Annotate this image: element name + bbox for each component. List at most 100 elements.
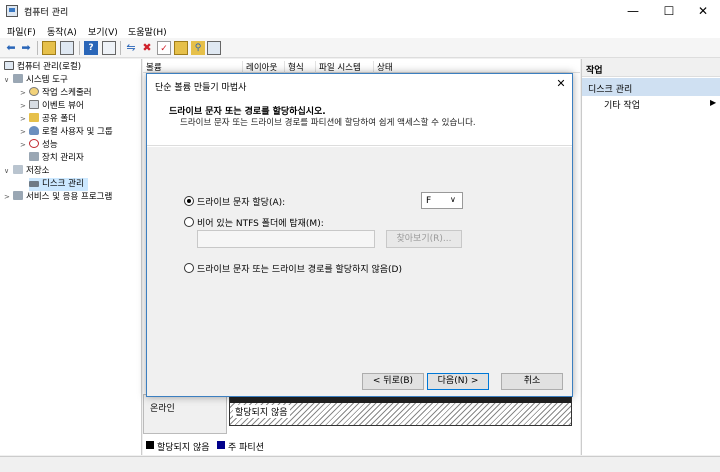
menu-view[interactable]: 보기(V): [88, 25, 118, 38]
legend-unallocated-label: 할당되지 않음: [157, 443, 210, 453]
forward-arrow-icon[interactable]: ➡: [19, 41, 33, 55]
tree-label: 컴퓨터 관리(로컬): [17, 62, 82, 72]
tools-icon: [13, 74, 23, 83]
submenu-arrow-icon[interactable]: ▶: [710, 98, 716, 107]
new-simple-volume-wizard: 단순 볼륨 만들기 마법사 ✕ 드라이브 문자 또는 경로를 할당하십시오. 드…: [146, 73, 573, 397]
services-icon: [13, 191, 23, 200]
drive-letter-value: F: [426, 196, 432, 206]
actions-title: 작업: [582, 59, 720, 77]
mount-ntfs-label[interactable]: 비어 있는 NTFS 폴더에 탑재(M):: [197, 216, 324, 229]
mount-ntfs-radio[interactable]: [184, 217, 194, 227]
chevron-right-icon[interactable]: >: [20, 126, 29, 139]
legend-unallocated-swatch: [146, 441, 154, 449]
close-button[interactable]: ✕: [686, 0, 720, 22]
storage-icon: [13, 165, 23, 174]
tree-item-local-users[interactable]: > 로컬 사용자 및 그룹: [20, 126, 113, 139]
help-icon[interactable]: ?: [84, 41, 98, 55]
cancel-button[interactable]: 취소: [501, 373, 563, 390]
dialog-title: 단순 볼륨 만들기 마법사: [155, 83, 247, 93]
console-tree: 컴퓨터 관리(로컬) ∨ 시스템 도구 > 작업 스케줄러 > 이벤트 뷰어 > 공유 …: [0, 59, 142, 455]
tree-item-services[interactable]: > 서비스 및 응용 프로그램: [4, 191, 112, 204]
title-bar: 컴퓨터 관리 — ☐ ✕: [0, 0, 720, 22]
actions-section-disk-management[interactable]: 디스크 관리: [582, 78, 720, 96]
tree-label: 서비스 및 응용 프로그램: [26, 192, 113, 202]
legend-primary-swatch: [217, 441, 225, 449]
tree-label: 성능: [42, 140, 58, 150]
minimize-button[interactable]: —: [616, 0, 650, 22]
next-button[interactable]: 다음(N) >: [427, 373, 489, 390]
tree-item-performance[interactable]: > 성능: [20, 139, 58, 152]
export-icon[interactable]: [174, 41, 188, 55]
browse-button[interactable]: 찾아보기(R)...: [386, 230, 462, 248]
unallocated-partition[interactable]: 할당되지 않음: [229, 396, 572, 426]
assign-letter-label[interactable]: 드라이브 문자 할당(A):: [197, 195, 285, 208]
chevron-right-icon[interactable]: >: [20, 100, 29, 113]
shared-folder-icon: [29, 113, 39, 122]
console-tree-icon[interactable]: [60, 41, 74, 55]
tree-item-system-tools[interactable]: ∨ 시스템 도구: [4, 74, 68, 87]
chevron-down-icon[interactable]: ∨: [4, 165, 13, 178]
menu-action[interactable]: 동작(A): [47, 25, 77, 38]
event-viewer-icon: [29, 100, 39, 109]
disk-info[interactable]: 온라인: [143, 394, 227, 434]
tree-item-task-scheduler[interactable]: > 작업 스케줄러: [20, 87, 92, 100]
menu-bar: 파일(F) 동작(A) 보기(V) 도움말(H): [0, 22, 720, 38]
no-assign-label[interactable]: 드라이브 문자 또는 드라이브 경로를 할당하지 않음(D): [197, 262, 402, 275]
chevron-right-icon[interactable]: >: [20, 113, 29, 126]
menu-file[interactable]: 파일(F): [7, 25, 36, 38]
clock-icon: [29, 87, 39, 96]
chevron-right-icon[interactable]: >: [20, 87, 29, 100]
partition-bar: [230, 397, 571, 403]
more-actions[interactable]: 기타 작업: [604, 98, 640, 111]
tree-item-disk-management[interactable]: 디스크 관리: [29, 178, 88, 191]
tree-label: 로컬 사용자 및 그룹: [42, 127, 113, 137]
tree-item-storage[interactable]: ∨ 저장소: [4, 165, 49, 178]
view-icon[interactable]: [207, 41, 221, 55]
column-file-system[interactable]: 파일 시스템: [315, 61, 361, 73]
tree-item-root[interactable]: 컴퓨터 관리(로컬): [4, 61, 81, 74]
delete-icon[interactable]: ✖: [140, 41, 154, 55]
computer-management-icon: [4, 61, 14, 70]
column-status[interactable]: 상태: [373, 61, 393, 73]
chevron-right-icon[interactable]: >: [20, 139, 29, 152]
ntfs-folder-path-input[interactable]: [197, 230, 375, 248]
up-folder-icon[interactable]: [42, 41, 56, 55]
back-arrow-icon[interactable]: ⬅: [4, 41, 18, 55]
tree-item-event-viewer[interactable]: > 이벤트 뷰어: [20, 100, 84, 113]
connect-icon[interactable]: ⇋: [124, 41, 138, 55]
assign-letter-radio[interactable]: [184, 196, 194, 206]
legend-primary-label: 주 파티션: [228, 443, 264, 453]
no-assign-radio[interactable]: [184, 263, 194, 273]
computer-management-icon: [6, 5, 18, 17]
disk-row: 온라인 할당되지 않음: [143, 394, 580, 434]
device-manager-icon: [29, 152, 39, 161]
window-title: 컴퓨터 관리: [24, 8, 69, 18]
check-icon[interactable]: ✓: [157, 41, 171, 55]
column-layout[interactable]: 레이아웃: [242, 61, 277, 73]
column-type[interactable]: 형식: [284, 61, 304, 73]
tree-item-device-manager[interactable]: 장치 관리자: [29, 152, 84, 165]
tree-item-shared-folders[interactable]: > 공유 폴더: [20, 113, 76, 126]
tree-label: 장치 관리자: [42, 153, 84, 163]
dialog-header: 드라이브 문자 또는 경로를 할당하십시오. 드라이브 문자 또는 드라이브 경…: [147, 96, 572, 146]
disk-status: 온라인: [150, 404, 175, 414]
volume-list-header: 볼륨 레이아웃 형식 파일 시스템 상태: [143, 59, 580, 73]
tree-label: 시스템 도구: [26, 75, 68, 85]
column-volume[interactable]: 볼륨: [143, 61, 162, 73]
menu-help[interactable]: 도움말(H): [128, 25, 167, 38]
chevron-right-icon[interactable]: >: [4, 191, 13, 204]
maximize-button[interactable]: ☐: [652, 0, 686, 22]
tree-label: 공유 폴더: [42, 114, 76, 124]
chevron-down-icon[interactable]: ∨: [4, 74, 13, 87]
tree-label: 저장소: [26, 166, 50, 176]
properties-icon[interactable]: [102, 41, 116, 55]
users-icon: [29, 126, 39, 135]
dialog-body: 드라이브 문자 할당(A): 비어 있는 NTFS 폴더에 탑재(M): 드라이…: [147, 147, 572, 367]
search-icon[interactable]: ⚲: [191, 41, 205, 55]
tree-label: 작업 스케줄러: [42, 88, 92, 98]
drive-letter-select[interactable]: F ∨: [421, 192, 463, 209]
chevron-down-icon: ∨: [450, 195, 456, 204]
dialog-close-button[interactable]: ✕: [552, 76, 570, 92]
back-button[interactable]: < 뒤로(B): [362, 373, 424, 390]
toolbar: ⬅ ➡ ? ⇋ ✖ ✓ ⚲: [0, 38, 720, 58]
